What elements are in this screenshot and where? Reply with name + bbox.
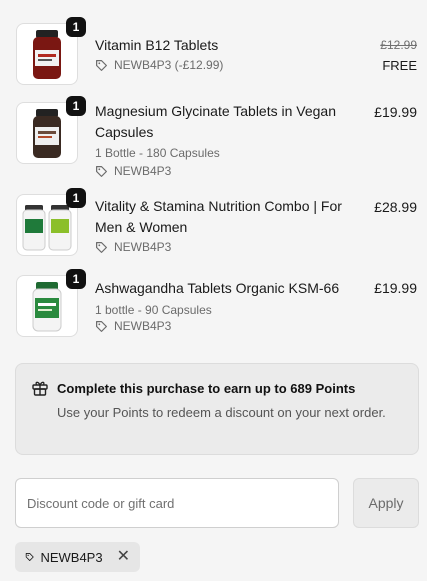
product-name: Ashwagandha Tablets Organic KSM-66	[95, 280, 340, 296]
tag-icon	[96, 59, 107, 71]
points-banner: Complete this purchase to earn up to 689…	[15, 363, 419, 455]
gift-icon	[32, 381, 48, 396]
product-image: 1	[16, 17, 86, 85]
product-name: Vitality & Stamina Nutrition Combo | For…	[95, 198, 342, 235]
points-title: Complete this purchase to earn up to 689…	[57, 381, 356, 396]
item-price: £19.99	[374, 104, 417, 120]
product-image: 1	[16, 188, 86, 256]
close-icon[interactable]: ✕	[117, 549, 130, 565]
item-price: FREE	[382, 58, 417, 73]
product-name: Magnesium Glycinate Tablets in Vegan Cap…	[95, 103, 336, 140]
tag-icon	[96, 241, 107, 253]
tag-icon	[25, 553, 34, 561]
discount-code: NEWB4P3 (-£12.99)	[114, 58, 224, 72]
product-variant: 1 bottle - 90 Capsules	[95, 303, 212, 317]
discount-code: NEWB4P3	[114, 164, 172, 178]
applied-discount-chip: NEWB4P3 ✕	[15, 542, 140, 572]
item-price: £19.99	[374, 280, 417, 296]
product-name: Vitamin B12 Tablets	[95, 37, 219, 53]
item-price: £28.99	[374, 199, 417, 215]
original-price: £12.99	[380, 38, 417, 52]
quantity-badge: 1	[66, 17, 86, 37]
discount-code: NEWB4P3	[114, 319, 172, 333]
quantity-badge: 1	[66, 96, 86, 116]
tag-icon	[96, 320, 107, 332]
applied-code-label: NEWB4P3	[40, 549, 103, 565]
product-image: 1	[16, 96, 86, 164]
discount-code-input[interactable]	[15, 478, 339, 528]
product-variant: 1 Bottle - 180 Capsules	[95, 146, 220, 160]
points-description: Use your Points to redeem a discount on …	[57, 405, 386, 420]
quantity-badge: 1	[66, 269, 86, 289]
discount-line: NEWB4P3	[95, 319, 171, 333]
discount-line: NEWB4P3	[95, 240, 171, 254]
apply-button[interactable]: Apply	[353, 478, 419, 528]
tag-icon	[96, 165, 107, 177]
product-image: 1	[16, 269, 86, 337]
quantity-badge: 1	[66, 188, 86, 208]
discount-line: NEWB4P3 (-£12.99)	[95, 58, 223, 72]
discount-code: NEWB4P3	[114, 240, 172, 254]
discount-line: NEWB4P3	[95, 164, 171, 178]
